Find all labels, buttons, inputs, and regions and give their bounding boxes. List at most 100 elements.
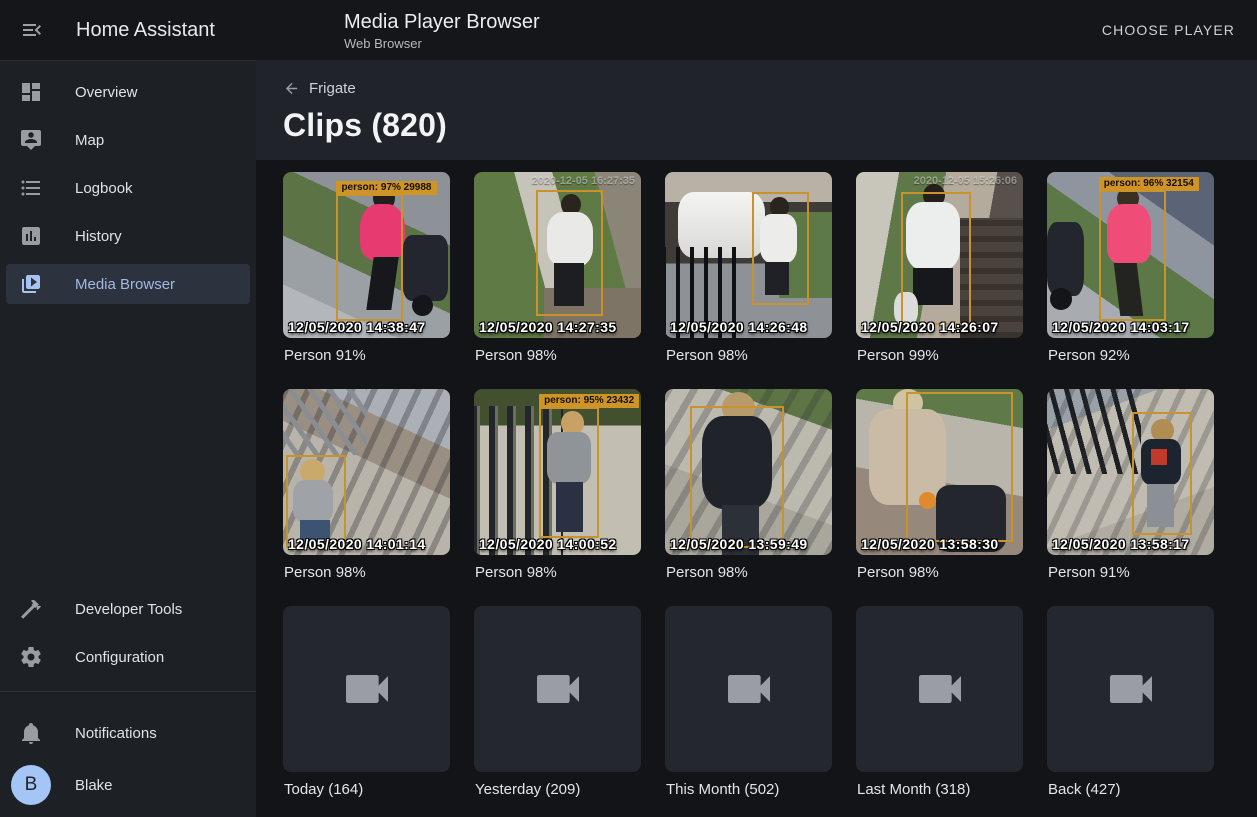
folder-item-yesterday-209[interactable]: Yesterday (209) <box>474 606 641 798</box>
menu-open-icon <box>20 18 44 42</box>
timestamp-overlay: 12/05/2020 14:26:07 <box>861 319 999 335</box>
page-title-block: Media Player Browser Web Browser <box>344 10 540 51</box>
scene-shape <box>283 389 367 455</box>
folder-caption: Last Month (318) <box>856 781 1023 798</box>
clip-caption: Person 98% <box>474 347 641 364</box>
timestamp-overlay: 12/05/2020 14:03:17 <box>1052 319 1190 335</box>
folder-caption: Back (427) <box>1047 781 1214 798</box>
timestamp-overlay: 12/05/2020 13:59:49 <box>670 536 808 552</box>
clip-thumbnail[interactable]: person: 97% 2998812/05/2020 14:38:47 <box>283 172 450 338</box>
sidebar-item-configuration[interactable]: Configuration <box>6 633 250 681</box>
detection-label: person: 95% 23432 <box>539 394 639 408</box>
scene-shape <box>1050 288 1072 310</box>
scene-shape <box>412 295 434 317</box>
breadcrumb[interactable]: Frigate <box>283 80 356 97</box>
sidebar-item-map[interactable]: Map <box>6 116 250 164</box>
detection-bounding-box <box>906 392 1013 541</box>
video-icon <box>339 661 395 717</box>
detection-bounding-box: person: 97% 29988 <box>336 194 403 322</box>
clip-caption: Person 98% <box>474 564 641 581</box>
folder-item-this-month-502[interactable]: This Month (502) <box>665 606 832 798</box>
bell-icon <box>19 721 43 745</box>
detection-bounding-box <box>1132 412 1192 535</box>
sidebar-item-label: History <box>75 228 122 245</box>
folder-thumbnail[interactable] <box>856 606 1023 772</box>
sidebar-item-logbook[interactable]: Logbook <box>6 164 250 212</box>
sidebar-bottom: Developer Tools Configuration Notificatio… <box>0 578 256 817</box>
clip-item[interactable]: person: 95% 2343212/05/2020 14:00:52Pers… <box>474 389 641 581</box>
sidebar-item-history[interactable]: History <box>6 212 250 260</box>
clip-item[interactable]: person: 97% 2998812/05/2020 14:38:47 Pers… <box>283 172 450 364</box>
clip-item[interactable]: 12/05/2020 14:26:48Person 98% <box>665 172 832 364</box>
clip-thumbnail[interactable]: 12/05/2020 14:01:14 <box>283 389 450 555</box>
clip-thumbnail[interactable]: 12/05/2020 13:58:17 <box>1047 389 1214 555</box>
sidebar-item-label: Developer Tools <box>75 601 182 618</box>
arrow-left-icon <box>283 80 300 97</box>
sidebar-item-overview[interactable]: Overview <box>6 68 250 116</box>
sidebar-nav: Overview Map Logbook History Media Browser <box>0 61 256 308</box>
clip-item[interactable]: 2020-12-05 15:26:06 12/05/2020 14:26:07 Pe… <box>856 172 1023 364</box>
clip-thumbnail[interactable]: person: 95% 2343212/05/2020 14:00:52 <box>474 389 641 555</box>
detection-label: person: 96% 32154 <box>1099 177 1199 191</box>
choose-player-button[interactable]: CHOOSE PLAYER <box>1086 12 1251 48</box>
timestamp-overlay: 12/05/2020 14:38:47 <box>288 319 426 335</box>
sidebar-item-media-browser[interactable]: Media Browser <box>6 264 250 304</box>
clip-thumbnail[interactable]: 12/05/2020 13:59:49 <box>665 389 832 555</box>
folder-thumbnail[interactable] <box>1047 606 1214 772</box>
detection-bounding-box <box>690 406 784 549</box>
sidebar-item-notifications[interactable]: Notifications <box>6 709 250 757</box>
folder-item-today-164[interactable]: Today (164) <box>283 606 450 798</box>
sidebar-item-label: Configuration <box>75 649 164 666</box>
clip-caption: Person 91% <box>1047 564 1214 581</box>
clip-thumbnail[interactable]: 12/05/2020 13:58:30 <box>856 389 1023 555</box>
detection-bounding-box <box>901 192 971 325</box>
clip-caption: Person 98% <box>665 564 832 581</box>
timestamp-overlay: 12/05/2020 14:27:35 <box>479 319 617 335</box>
detection-bounding-box: person: 96% 32154 <box>1099 190 1166 321</box>
hammer-icon <box>19 597 43 621</box>
clip-caption: Person 98% <box>856 564 1023 581</box>
folder-thumbnail[interactable] <box>665 606 832 772</box>
sidebar-item-user[interactable]: B Blake <box>6 757 250 813</box>
clip-item[interactable]: 12/05/2020 13:59:49 Person 98% <box>665 389 832 581</box>
user-name: Blake <box>75 777 113 794</box>
sidebar-item-label: Notifications <box>75 725 157 742</box>
detection-bounding-box: person: 95% 23432 <box>539 407 599 538</box>
logbook-list-icon <box>19 176 43 200</box>
folder-item-last-month-318[interactable]: Last Month (318) <box>856 606 1023 798</box>
scene-shape <box>1047 222 1084 297</box>
timestamp-overlay: 12/05/2020 13:58:30 <box>861 536 999 552</box>
clip-thumbnail[interactable]: person: 96% 3215412/05/2020 14:03:17 <box>1047 172 1214 338</box>
clip-item[interactable]: 2020-12-05 16:27:3512/05/2020 14:27:35 Pe… <box>474 172 641 364</box>
folder-thumbnail[interactable] <box>283 606 450 772</box>
gear-icon <box>19 645 43 669</box>
timestamp-overlay: 12/05/2020 14:26:48 <box>670 319 808 335</box>
clip-item[interactable]: person: 96% 3215412/05/2020 14:03:17Pers… <box>1047 172 1214 364</box>
avatar: B <box>11 765 51 805</box>
clip-item[interactable]: 12/05/2020 13:58:30 Person 98% <box>856 389 1023 581</box>
folder-caption: This Month (502) <box>665 781 832 798</box>
timestamp-overlay: 12/05/2020 14:00:52 <box>479 536 617 552</box>
clip-thumbnail[interactable]: 12/05/2020 14:26:48 <box>665 172 832 338</box>
sidebar-item-label: Map <box>75 132 104 149</box>
video-icon <box>530 661 586 717</box>
clip-caption: Person 99% <box>856 347 1023 364</box>
clip-item[interactable]: 12/05/2020 14:01:14 Person 98% <box>283 389 450 581</box>
clip-thumbnail[interactable]: 2020-12-05 16:27:3512/05/2020 14:27:35 <box>474 172 641 338</box>
folder-caption: Yesterday (209) <box>474 781 641 798</box>
sidebar-item-developer-tools[interactable]: Developer Tools <box>6 585 250 633</box>
menu-open-button[interactable] <box>8 6 56 54</box>
detection-bounding-box <box>536 190 603 316</box>
clip-caption: Person 91% <box>283 347 450 364</box>
clip-thumbnail[interactable]: 2020-12-05 15:26:06 12/05/2020 14:26:07 <box>856 172 1023 338</box>
camera-timestamp-overlay: 2020-12-05 15:26:06 <box>914 175 1017 187</box>
app-header: Home Assistant Media Player Browser Web … <box>0 0 1257 60</box>
sidebar-item-label: Media Browser <box>75 276 175 293</box>
clip-caption: Person 98% <box>283 564 450 581</box>
clip-item[interactable]: 12/05/2020 13:58:17 Person 91% <box>1047 389 1214 581</box>
timestamp-overlay: 12/05/2020 13:58:17 <box>1052 536 1190 552</box>
sidebar-item-label: Overview <box>75 84 138 101</box>
folder-thumbnail[interactable] <box>474 606 641 772</box>
folder-item-back-427[interactable]: Back (427) <box>1047 606 1214 798</box>
page-heading: Clips (820) <box>283 107 1257 144</box>
